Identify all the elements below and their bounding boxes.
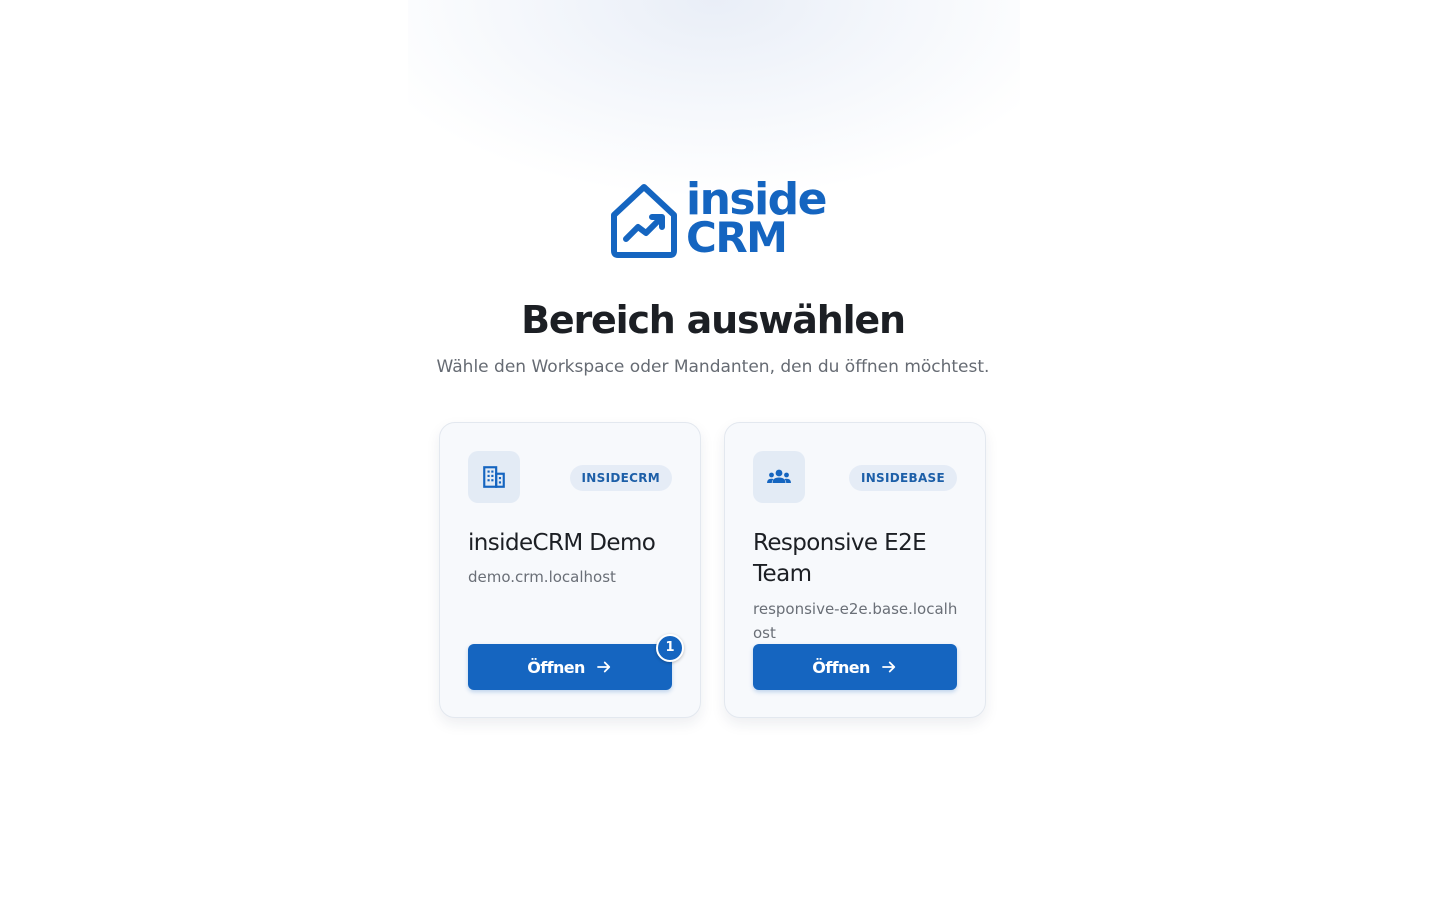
arrow-right-icon <box>596 661 610 673</box>
page-subtitle: Wähle den Workspace oder Mandanten, den … <box>436 357 990 377</box>
workspace-host: responsive-e2e.base.localhost <box>753 600 958 642</box>
open-button-label: Öffnen <box>527 657 585 677</box>
building-icon <box>468 451 520 503</box>
workspace-name: Responsive E2E Team <box>753 530 927 587</box>
step-marker-badge: 1 <box>656 634 684 662</box>
workspace-name: insideCRM Demo <box>468 530 656 556</box>
open-workspace-button[interactable]: Öffnen <box>468 644 672 690</box>
users-icon <box>753 451 805 503</box>
house-chart-icon <box>611 184 677 258</box>
workspace-host: demo.crm.localhost <box>468 568 616 586</box>
open-button-label: Öffnen <box>812 657 870 677</box>
arrow-right-icon <box>881 661 895 673</box>
product-badge: INSIDEBASE <box>848 465 957 491</box>
product-badge: INSIDECRM <box>569 465 672 491</box>
open-workspace-button[interactable]: Öffnen <box>753 644 957 690</box>
workspace-card-insidecrm-demo: INSIDECRM insideCRM Demo demo.crm.localh… <box>439 422 701 718</box>
workspace-card-responsive-e2e-team: INSIDEBASE Responsive E2E Team responsiv… <box>724 422 986 718</box>
page-title: Bereich auswählen <box>521 298 906 342</box>
logo-wordmark: inside CRM <box>686 178 828 262</box>
workspace-selection-page: inside CRM Bereich auswählen Wähle den W… <box>0 0 1440 900</box>
insidecrm-logo: inside CRM <box>608 178 828 260</box>
logo-word-crm: CRM <box>686 213 788 262</box>
